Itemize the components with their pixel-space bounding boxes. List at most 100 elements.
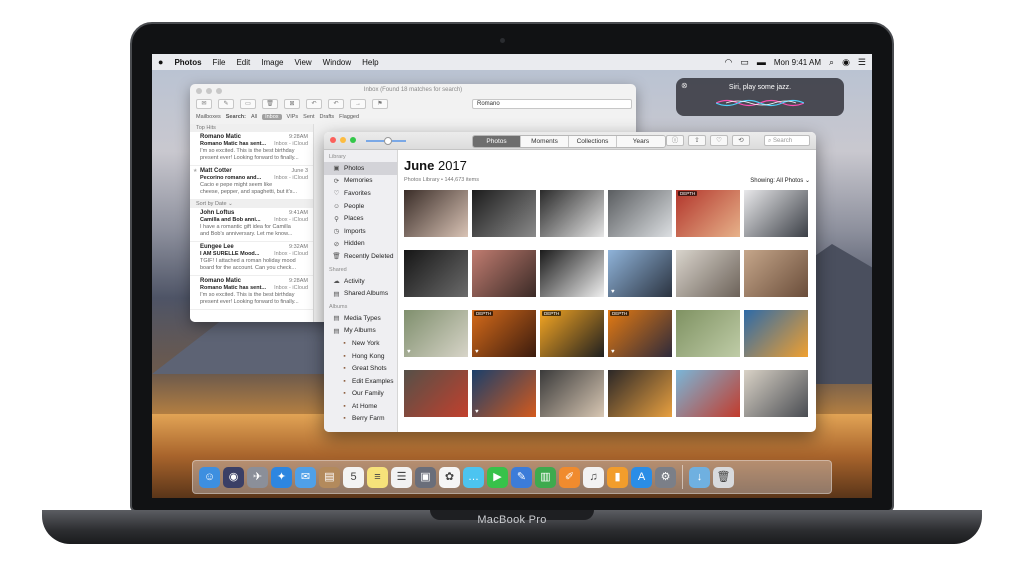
sidebar-item-places[interactable]: ⚲ Places xyxy=(324,212,397,225)
menu-edit[interactable]: Edit xyxy=(236,58,250,67)
notes-icon[interactable]: ≡ xyxy=(367,466,388,488)
share-icon[interactable]: ⇪ xyxy=(688,135,706,146)
photo-thumbnail[interactable] xyxy=(472,190,536,237)
pages-icon[interactable]: ✐ xyxy=(559,466,580,488)
list-item[interactable]: Romano Matic 9:28AM Romano Matic has sen… xyxy=(190,132,313,166)
sidebar-item-activity[interactable]: ☁ Activity xyxy=(324,275,397,288)
list-item[interactable]: ★ Matt Cotter June 3 Pecorino romano and… xyxy=(190,166,313,200)
photo-thumbnail[interactable] xyxy=(676,250,740,297)
app-store-icon[interactable]: A xyxy=(631,466,652,488)
reply-button[interactable]: ↶ xyxy=(306,98,322,109)
sidebar-item-hidden[interactable]: ⊘ Hidden xyxy=(324,238,397,251)
sidebar-item-berry-farm[interactable]: ▪ Berry Farm xyxy=(324,413,397,426)
menu-image[interactable]: Image xyxy=(261,58,283,67)
calendar-icon[interactable]: 5 xyxy=(343,466,364,488)
sidebar-item-recently-deleted[interactable]: 🗑 Recently Deleted xyxy=(324,250,397,263)
mailboxes-button[interactable]: Mailboxes xyxy=(196,114,221,120)
sidebar-item-edit-examples[interactable]: ▪ Edit Examples xyxy=(324,375,397,388)
list-item[interactable]: John Loftus 9:41AM Camilla and Bob anni.… xyxy=(190,208,313,242)
menu-window[interactable]: Window xyxy=(323,58,351,67)
photo-thumbnail[interactable] xyxy=(404,190,468,237)
heart-icon[interactable]: ♡ xyxy=(710,135,728,146)
sidebar-item-new-york[interactable]: ▪ New York xyxy=(324,337,397,350)
flag-button[interactable]: ⚑ xyxy=(372,98,388,109)
list-item[interactable]: Eungee Lee 9:32AM I AM SURELLE Mood... I… xyxy=(190,242,313,276)
sidebar-item-media-types[interactable]: ▤ Media Types xyxy=(324,312,397,325)
facetime-icon[interactable]: ▶ xyxy=(487,466,508,488)
sidebar-item-our-family[interactable]: ▪ Our Family xyxy=(324,388,397,401)
photo-thumbnail[interactable]: ♥ xyxy=(472,370,536,417)
menu-help[interactable]: Help xyxy=(362,58,378,67)
scope-inbox[interactable]: Inbox xyxy=(262,114,282,120)
sidebar-item-photos[interactable]: ▣ Photos xyxy=(324,162,397,175)
launchpad-icon[interactable]: ✈ xyxy=(247,466,268,488)
search-input[interactable]: Romano xyxy=(472,98,632,109)
battery-icon[interactable]: ▬ xyxy=(757,57,766,67)
system-preferences-icon[interactable]: ⚙ xyxy=(655,466,676,488)
sidebar-item-shared-albums[interactable]: ▤ Shared Albums xyxy=(324,287,397,300)
numbers-icon[interactable]: ▥ xyxy=(535,466,556,488)
photo-thumbnail[interactable] xyxy=(744,310,808,357)
siri-icon[interactable]: ◉ xyxy=(842,57,850,68)
downloads-folder-icon[interactable]: ↓ xyxy=(689,466,710,488)
siri-app-icon[interactable]: ◉ xyxy=(223,466,244,488)
reply-all-button[interactable]: ↶ xyxy=(328,98,344,109)
apple-icon[interactable]: ● xyxy=(158,57,163,67)
contacts-icon[interactable]: ▤ xyxy=(319,466,340,488)
photo-thumbnail[interactable]: ♥ xyxy=(404,310,468,357)
menu-clock[interactable]: Mon 9:41 AM xyxy=(774,58,821,67)
info-icon[interactable]: ⓘ xyxy=(666,135,684,146)
photo-thumbnail[interactable] xyxy=(540,190,604,237)
mail-icon[interactable]: ✉ xyxy=(295,466,316,488)
scope-flagged[interactable]: Flagged xyxy=(339,114,359,120)
close-button[interactable] xyxy=(330,137,336,143)
sidebar-item-at-home[interactable]: ▪ At Home xyxy=(324,400,397,413)
safari-icon[interactable]: ✦ xyxy=(271,466,292,488)
photo-thumbnail[interactable]: DEPTH xyxy=(540,310,604,357)
sidebar-item-great-shots[interactable]: ▪ Great Shots xyxy=(324,362,397,375)
photo-thumbnail[interactable] xyxy=(608,370,672,417)
reminders-icon[interactable]: ☰ xyxy=(391,466,412,488)
trash-icon[interactable]: 🗑 xyxy=(713,466,734,488)
wifi-icon[interactable]: ◠ xyxy=(725,57,733,68)
forward-button[interactable]: → xyxy=(350,98,366,109)
sidebar-item-memories[interactable]: ⟳ Memories xyxy=(324,175,397,188)
photo-booth-icon[interactable]: ▣ xyxy=(415,466,436,488)
menu-file[interactable]: File xyxy=(213,58,226,67)
itunes-icon[interactable]: ♫ xyxy=(583,466,604,488)
scope-all[interactable]: All xyxy=(251,114,257,120)
notification-center-icon[interactable]: ☰ xyxy=(858,57,866,68)
ibooks-icon[interactable]: ▮ xyxy=(607,466,628,488)
photo-thumbnail[interactable] xyxy=(676,370,740,417)
tab-photos[interactable]: Photos xyxy=(473,136,521,147)
delete-button[interactable]: 🗑 xyxy=(262,98,278,109)
photo-thumbnail[interactable] xyxy=(404,250,468,297)
keynote-icon[interactable]: ✎ xyxy=(511,466,532,488)
spotlight-icon[interactable]: ⌕ xyxy=(829,57,834,68)
list-item[interactable]: Romano Matic 9:28AM Romano Matic has sen… xyxy=(190,276,313,310)
scope-vips[interactable]: VIPs xyxy=(287,114,299,120)
photo-thumbnail[interactable]: ♥ xyxy=(608,250,672,297)
photo-thumbnail[interactable] xyxy=(744,370,808,417)
zoom-slider-handle[interactable] xyxy=(384,137,392,145)
photo-thumbnail[interactable]: DEPTH xyxy=(676,190,740,237)
compose-button[interactable]: ✎ xyxy=(218,98,234,109)
photo-thumbnail[interactable] xyxy=(404,370,468,417)
minimize-button[interactable] xyxy=(340,137,346,143)
zoom-button[interactable] xyxy=(350,137,356,143)
rotate-icon[interactable]: ⟲ xyxy=(732,135,750,146)
airplay-icon[interactable]: ▭ xyxy=(740,57,749,68)
sidebar-item-my-albums[interactable]: ▤ My Albums xyxy=(324,325,397,338)
photo-thumbnail[interactable] xyxy=(744,250,808,297)
search-input[interactable]: ⌕ Search xyxy=(764,135,810,146)
showing-filter[interactable]: Showing: All Photos ⌄ xyxy=(750,177,810,184)
tab-collections[interactable]: Collections xyxy=(569,136,617,147)
messages-icon[interactable]: … xyxy=(463,466,484,488)
photo-thumbnail[interactable] xyxy=(744,190,808,237)
sort-header[interactable]: Sort by Date ⌄ xyxy=(190,200,313,208)
photo-thumbnail[interactable] xyxy=(472,250,536,297)
photos-app-icon[interactable]: ✿ xyxy=(439,466,460,488)
sidebar-item-hong-kong[interactable]: ▪ Hong Kong xyxy=(324,350,397,363)
junk-button[interactable]: ⊠ xyxy=(284,98,300,109)
tab-moments[interactable]: Moments xyxy=(521,136,569,147)
